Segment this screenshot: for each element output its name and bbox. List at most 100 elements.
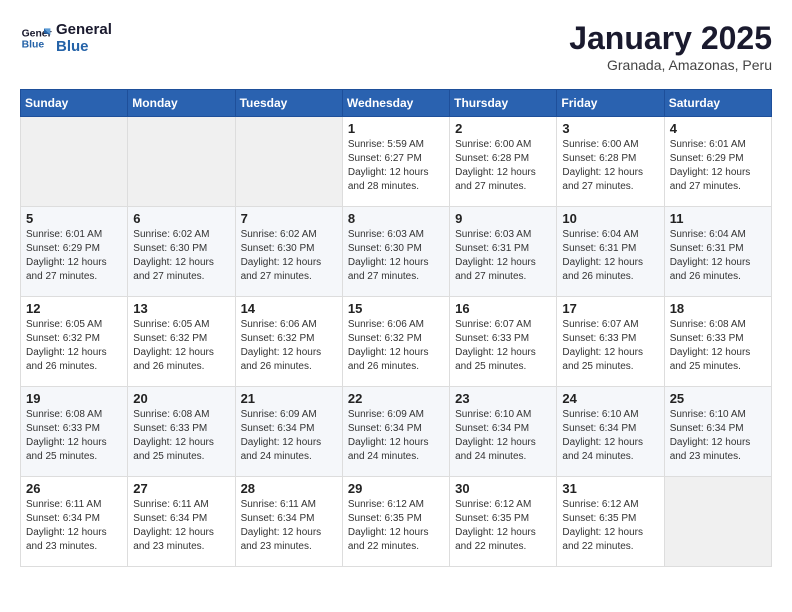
header: General Blue General Blue January 2025 G… bbox=[20, 20, 772, 73]
day-number: 13 bbox=[133, 301, 229, 316]
day-info: Sunrise: 6:11 AMSunset: 6:34 PMDaylight:… bbox=[26, 498, 122, 554]
day-info: Sunrise: 6:09 AMSunset: 6:34 PMDaylight:… bbox=[348, 408, 444, 464]
day-number: 17 bbox=[562, 301, 658, 316]
day-info: Sunrise: 6:08 AMSunset: 6:33 PMDaylight:… bbox=[133, 408, 229, 464]
day-number: 27 bbox=[133, 481, 229, 496]
day-info: Sunrise: 6:06 AMSunset: 6:32 PMDaylight:… bbox=[241, 318, 337, 374]
week-row-5: 26Sunrise: 6:11 AMSunset: 6:34 PMDayligh… bbox=[21, 477, 772, 567]
day-cell: 3 Sunrise: 6:00 AMSunset: 6:28 PMDaylight… bbox=[557, 117, 664, 207]
day-number: 12 bbox=[26, 301, 122, 316]
logo: General Blue General Blue bbox=[20, 20, 112, 55]
day-cell: 1 Sunrise: 5:59 AMSunset: 6:27 PMDaylight… bbox=[342, 117, 449, 207]
day-cell: 23Sunrise: 6:10 AMSunset: 6:34 PMDayligh… bbox=[450, 387, 557, 477]
day-cell: 18Sunrise: 6:08 AMSunset: 6:33 PMDayligh… bbox=[664, 297, 771, 387]
day-info: Sunrise: 6:08 AMSunset: 6:33 PMDaylight:… bbox=[670, 318, 766, 374]
day-info: Sunrise: 6:07 AMSunset: 6:33 PMDaylight:… bbox=[562, 318, 658, 374]
day-cell: 26Sunrise: 6:11 AMSunset: 6:34 PMDayligh… bbox=[21, 477, 128, 567]
day-info: Sunrise: 6:12 AMSunset: 6:35 PMDaylight:… bbox=[348, 498, 444, 554]
day-cell: 2 Sunrise: 6:00 AMSunset: 6:28 PMDaylight… bbox=[450, 117, 557, 207]
day-number: 2 bbox=[455, 121, 551, 136]
day-number: 28 bbox=[241, 481, 337, 496]
day-header-thursday: Thursday bbox=[450, 90, 557, 117]
day-cell: 24Sunrise: 6:10 AMSunset: 6:34 PMDayligh… bbox=[557, 387, 664, 477]
day-cell: 20 Sunrise: 6:08 AMSunset: 6:33 PMDayligh… bbox=[128, 387, 235, 477]
day-cell: 10 Sunrise: 6:04 AMSunset: 6:31 PMDayligh… bbox=[557, 207, 664, 297]
day-info: Sunrise: 6:10 AMSunset: 6:34 PMDaylight:… bbox=[670, 408, 766, 464]
day-number: 21 bbox=[241, 391, 337, 406]
day-cell bbox=[21, 117, 128, 207]
day-number: 8 bbox=[348, 211, 444, 226]
day-number: 22 bbox=[348, 391, 444, 406]
day-number: 16 bbox=[455, 301, 551, 316]
day-number: 9 bbox=[455, 211, 551, 226]
day-number: 31 bbox=[562, 481, 658, 496]
day-number: 20 bbox=[133, 391, 229, 406]
day-cell: 12 Sunrise: 6:05 AMSunset: 6:32 PMDayligh… bbox=[21, 297, 128, 387]
day-cell bbox=[235, 117, 342, 207]
day-header-saturday: Saturday bbox=[664, 90, 771, 117]
day-header-tuesday: Tuesday bbox=[235, 90, 342, 117]
calendar-table: SundayMondayTuesdayWednesdayThursdayFrid… bbox=[20, 89, 772, 567]
day-info: Sunrise: 5:59 AMSunset: 6:27 PMDaylight:… bbox=[348, 138, 444, 194]
day-info: Sunrise: 6:00 AMSunset: 6:28 PMDaylight:… bbox=[455, 138, 551, 194]
logo-icon: General Blue bbox=[20, 22, 52, 54]
day-info: Sunrise: 6:07 AMSunset: 6:33 PMDaylight:… bbox=[455, 318, 551, 374]
day-number: 6 bbox=[133, 211, 229, 226]
day-info: Sunrise: 6:05 AMSunset: 6:32 PMDaylight:… bbox=[133, 318, 229, 374]
day-cell: 5 Sunrise: 6:01 AMSunset: 6:29 PMDaylight… bbox=[21, 207, 128, 297]
day-cell: 22 Sunrise: 6:09 AMSunset: 6:34 PMDayligh… bbox=[342, 387, 449, 477]
day-cell: 30Sunrise: 6:12 AMSunset: 6:35 PMDayligh… bbox=[450, 477, 557, 567]
day-info: Sunrise: 6:03 AMSunset: 6:31 PMDaylight:… bbox=[455, 228, 551, 284]
day-info: Sunrise: 6:00 AMSunset: 6:28 PMDaylight:… bbox=[562, 138, 658, 194]
day-number: 24 bbox=[562, 391, 658, 406]
day-cell: 28Sunrise: 6:11 AMSunset: 6:34 PMDayligh… bbox=[235, 477, 342, 567]
day-cell: 27 Sunrise: 6:11 AMSunset: 6:34 PMDayligh… bbox=[128, 477, 235, 567]
day-info: Sunrise: 6:11 AMSunset: 6:34 PMDaylight:… bbox=[133, 498, 229, 554]
day-info: Sunrise: 6:10 AMSunset: 6:34 PMDaylight:… bbox=[455, 408, 551, 464]
logo-line1: General bbox=[56, 22, 112, 39]
day-cell bbox=[664, 477, 771, 567]
day-cell: 15 Sunrise: 6:06 AMSunset: 6:32 PMDayligh… bbox=[342, 297, 449, 387]
day-cell bbox=[128, 117, 235, 207]
day-number: 1 bbox=[348, 121, 444, 136]
day-cell: 31 Sunrise: 6:12 AMSunset: 6:35 PMDayligh… bbox=[557, 477, 664, 567]
day-number: 3 bbox=[562, 121, 658, 136]
day-info: Sunrise: 6:04 AMSunset: 6:31 PMDaylight:… bbox=[562, 228, 658, 284]
day-header-wednesday: Wednesday bbox=[342, 90, 449, 117]
day-number: 5 bbox=[26, 211, 122, 226]
day-number: 25 bbox=[670, 391, 766, 406]
logo-line2: Blue bbox=[56, 39, 112, 56]
week-row-3: 12 Sunrise: 6:05 AMSunset: 6:32 PMDayligh… bbox=[21, 297, 772, 387]
day-info: Sunrise: 6:02 AMSunset: 6:30 PMDaylight:… bbox=[241, 228, 337, 284]
day-number: 15 bbox=[348, 301, 444, 316]
day-cell: 6Sunrise: 6:02 AMSunset: 6:30 PMDaylight… bbox=[128, 207, 235, 297]
day-number: 29 bbox=[348, 481, 444, 496]
calendar-title: January 2025 bbox=[569, 20, 772, 57]
day-info: Sunrise: 6:01 AMSunset: 6:29 PMDaylight:… bbox=[26, 228, 122, 284]
header-row: SundayMondayTuesdayWednesdayThursdayFrid… bbox=[21, 90, 772, 117]
day-info: Sunrise: 6:05 AMSunset: 6:32 PMDaylight:… bbox=[26, 318, 122, 374]
day-number: 11 bbox=[670, 211, 766, 226]
day-number: 10 bbox=[562, 211, 658, 226]
day-info: Sunrise: 6:09 AMSunset: 6:34 PMDaylight:… bbox=[241, 408, 337, 464]
day-info: Sunrise: 6:08 AMSunset: 6:33 PMDaylight:… bbox=[26, 408, 122, 464]
day-cell: 9 Sunrise: 6:03 AMSunset: 6:31 PMDaylight… bbox=[450, 207, 557, 297]
day-cell: 25 Sunrise: 6:10 AMSunset: 6:34 PMDayligh… bbox=[664, 387, 771, 477]
day-info: Sunrise: 6:01 AMSunset: 6:29 PMDaylight:… bbox=[670, 138, 766, 194]
day-cell: 7Sunrise: 6:02 AMSunset: 6:30 PMDaylight… bbox=[235, 207, 342, 297]
day-cell: 14 Sunrise: 6:06 AMSunset: 6:32 PMDayligh… bbox=[235, 297, 342, 387]
title-area: January 2025 Granada, Amazonas, Peru bbox=[569, 20, 772, 73]
day-cell: 19Sunrise: 6:08 AMSunset: 6:33 PMDayligh… bbox=[21, 387, 128, 477]
day-info: Sunrise: 6:12 AMSunset: 6:35 PMDaylight:… bbox=[562, 498, 658, 554]
day-header-friday: Friday bbox=[557, 90, 664, 117]
day-number: 4 bbox=[670, 121, 766, 136]
day-info: Sunrise: 6:06 AMSunset: 6:32 PMDaylight:… bbox=[348, 318, 444, 374]
day-cell: 17 Sunrise: 6:07 AMSunset: 6:33 PMDayligh… bbox=[557, 297, 664, 387]
day-header-monday: Monday bbox=[128, 90, 235, 117]
week-row-2: 5 Sunrise: 6:01 AMSunset: 6:29 PMDaylight… bbox=[21, 207, 772, 297]
day-cell: 4 Sunrise: 6:01 AMSunset: 6:29 PMDaylight… bbox=[664, 117, 771, 207]
day-cell: 16 Sunrise: 6:07 AMSunset: 6:33 PMDayligh… bbox=[450, 297, 557, 387]
day-info: Sunrise: 6:04 AMSunset: 6:31 PMDaylight:… bbox=[670, 228, 766, 284]
day-number: 14 bbox=[241, 301, 337, 316]
day-info: Sunrise: 6:03 AMSunset: 6:30 PMDaylight:… bbox=[348, 228, 444, 284]
